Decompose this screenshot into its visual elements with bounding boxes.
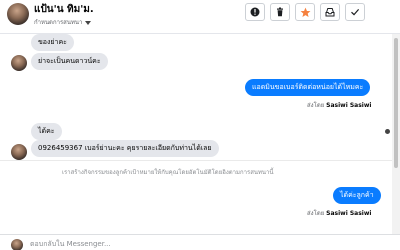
inbox-icon [325,8,335,17]
message-thread[interactable]: ของย่าคะ ย่าจะเป็นคนดาวน์คะ แอดมินขอเบอร… [0,34,400,234]
incoming-message[interactable]: 0926459367 เบอร์ย่านะคะ คุยรายละเอียดกับ… [31,140,219,157]
system-notice: เราสร้างกิจกรรมของลูกค้าเป้าหมายให้กับคุ… [62,169,274,176]
delete-button[interactable] [270,3,290,21]
assign-conversation-dropdown[interactable]: กำหนดการสนทนา [34,17,92,27]
incoming-message[interactable]: ได้คะ [31,123,62,140]
star-button[interactable] [295,3,315,21]
incoming-message[interactable]: ย่าจะเป็นคนดาวน์คะ [31,53,108,70]
sent-by-prefix: ส่งโดย [307,102,325,109]
reply-input[interactable] [30,238,330,250]
sender-name: Sasiwi Sasiwi [326,210,372,217]
info-icon [250,7,260,17]
star-icon [300,7,310,17]
incoming-message[interactable]: ของย่าคะ [31,34,74,51]
move-to-inbox-button[interactable] [320,3,340,21]
sent-by-prefix: ส่งโดย [307,210,325,217]
sent-by-label: ส่งโดย Sasiwi Sasiwi [307,100,371,110]
sender-name: Sasiwi Sasiwi [326,102,372,109]
trash-icon [277,7,283,17]
scrollbar-thumb[interactable] [394,38,398,168]
contact-avatar-small [11,55,27,71]
mark-done-button[interactable] [345,3,365,21]
assign-conversation-label: กำหนดการสนทนา [34,19,83,26]
conversation-header: แป้น'น ทิม'ม. กำหนดการสนทนา [0,0,400,34]
outgoing-message[interactable]: แอดมินขอเบอร์ติดต่อหน่อยได้ไหมคะ [245,79,371,96]
outgoing-message[interactable]: ได้ค่ะลูกค้า [333,187,381,204]
seen-indicator-icon [385,129,390,134]
info-button[interactable] [245,3,265,21]
message-composer [0,234,400,250]
divider [0,160,392,161]
check-icon [351,9,360,16]
sent-by-label: ส่งโดย Sasiwi Sasiwi [307,208,371,218]
contact-avatar-small [11,144,27,160]
chevron-down-icon [85,20,92,25]
contact-avatar[interactable] [7,3,29,25]
contact-name[interactable]: แป้น'น ทิม'ม. [34,2,94,17]
page-avatar [11,239,23,250]
